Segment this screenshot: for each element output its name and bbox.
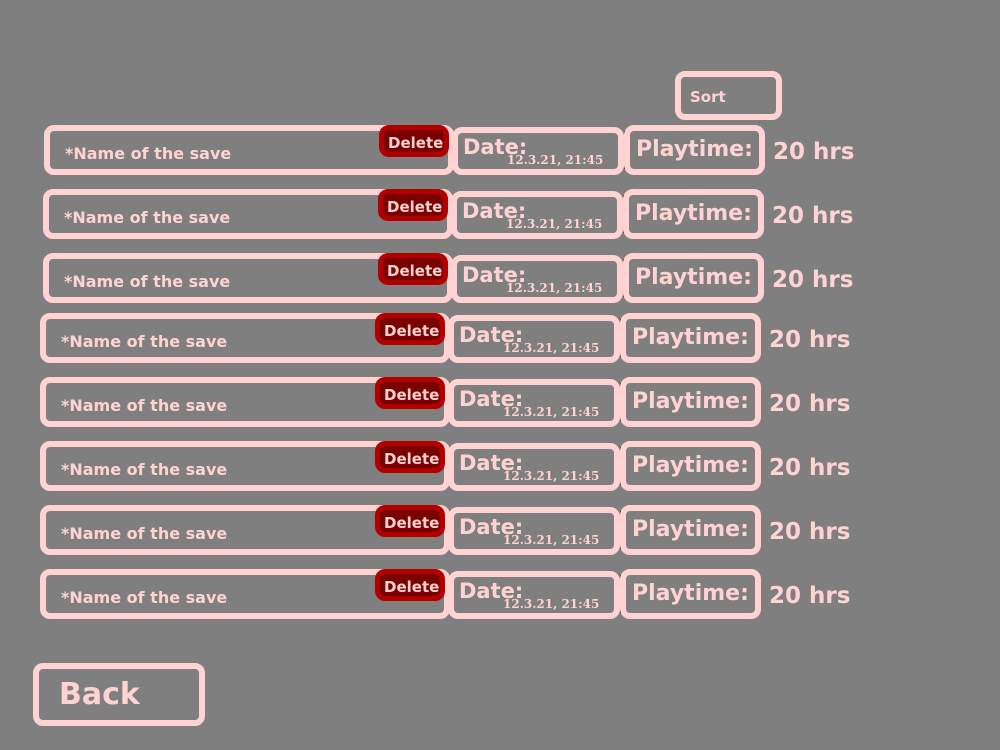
date-value: 12.3.21, 21:45 xyxy=(503,597,600,611)
delete-button-label: Delete xyxy=(387,198,443,216)
delete-button[interactable]: Delete xyxy=(375,505,445,537)
date-value: 12.3.21, 21:45 xyxy=(503,533,600,547)
save-name: *Name of the save xyxy=(65,144,232,163)
save-date-field: Date: 12.3.21, 21:45 xyxy=(452,127,624,175)
date-value: 12.3.21, 21:45 xyxy=(507,153,604,167)
delete-button-label: Delete xyxy=(388,134,444,152)
delete-button[interactable]: Delete xyxy=(378,189,448,221)
save-slot-6[interactable]: *Name of the save Delete Date: 12.3.21, … xyxy=(40,441,870,491)
playtime-value: 20 hrs xyxy=(769,455,851,481)
playtime-field: Playtime: xyxy=(620,313,761,363)
date-value: 12.3.21, 21:45 xyxy=(503,469,600,483)
playtime-field: Playtime: xyxy=(620,569,761,619)
save-name: *Name of the save xyxy=(61,396,228,415)
date-value: 12.3.21, 21:45 xyxy=(503,341,600,355)
delete-button[interactable]: Delete xyxy=(375,569,445,601)
playtime-field: Playtime: xyxy=(620,441,761,491)
save-name: *Name of the save xyxy=(61,460,228,479)
playtime-label: Playtime: xyxy=(632,517,749,542)
playtime-label: Playtime: xyxy=(632,389,749,414)
playtime-field: Playtime: xyxy=(624,125,765,175)
playtime-field: Playtime: xyxy=(620,505,761,555)
save-slot-8[interactable]: *Name of the save Delete Date: 12.3.21, … xyxy=(40,569,870,619)
playtime-value: 20 hrs xyxy=(769,583,851,609)
save-name: *Name of the save xyxy=(61,524,228,543)
playtime-value: 20 hrs xyxy=(769,391,851,417)
back-button-label: Back xyxy=(59,677,140,712)
sort-button[interactable]: Sort xyxy=(675,71,782,120)
save-name: *Name of the save xyxy=(61,588,228,607)
playtime-value: 20 hrs xyxy=(769,327,851,353)
save-name: *Name of the save xyxy=(64,272,231,291)
playtime-field: Playtime: xyxy=(623,253,764,303)
playtime-label: Playtime: xyxy=(635,265,752,290)
sort-button-label: Sort xyxy=(690,88,726,106)
save-date-field: Date: 12.3.21, 21:45 xyxy=(448,507,620,555)
playtime-label: Playtime: xyxy=(632,453,749,478)
save-date-field: Date: 12.3.21, 21:45 xyxy=(448,315,620,363)
back-button[interactable]: Back xyxy=(33,663,205,726)
save-date-field: Date: 12.3.21, 21:45 xyxy=(448,571,620,619)
playtime-value: 20 hrs xyxy=(772,267,854,293)
playtime-label: Playtime: xyxy=(635,201,752,226)
save-slot-1[interactable]: *Name of the save Delete Date: 12.3.21, … xyxy=(44,125,874,175)
save-name: *Name of the save xyxy=(61,332,228,351)
playtime-label: Playtime: xyxy=(632,325,749,350)
playtime-value: 20 hrs xyxy=(772,203,854,229)
playtime-value: 20 hrs xyxy=(769,519,851,545)
delete-button-label: Delete xyxy=(384,578,440,596)
date-value: 12.3.21, 21:45 xyxy=(503,405,600,419)
save-date-field: Date: 12.3.21, 21:45 xyxy=(448,379,620,427)
delete-button-label: Delete xyxy=(387,262,443,280)
delete-button[interactable]: Delete xyxy=(375,377,445,409)
delete-button-label: Delete xyxy=(384,386,440,404)
playtime-label: Playtime: xyxy=(632,581,749,606)
date-value: 12.3.21, 21:45 xyxy=(506,217,603,231)
delete-button[interactable]: Delete xyxy=(379,125,449,157)
delete-button[interactable]: Delete xyxy=(378,253,448,285)
save-slot-5[interactable]: *Name of the save Delete Date: 12.3.21, … xyxy=(40,377,870,427)
save-slot-7[interactable]: *Name of the save Delete Date: 12.3.21, … xyxy=(40,505,870,555)
save-date-field: Date: 12.3.21, 21:45 xyxy=(448,443,620,491)
delete-button[interactable]: Delete xyxy=(375,313,445,345)
delete-button-label: Delete xyxy=(384,322,440,340)
save-name: *Name of the save xyxy=(64,208,231,227)
save-slot-2[interactable]: *Name of the save Delete Date: 12.3.21, … xyxy=(43,189,873,239)
delete-button[interactable]: Delete xyxy=(375,441,445,473)
playtime-value: 20 hrs xyxy=(773,139,855,165)
save-date-field: Date: 12.3.21, 21:45 xyxy=(451,191,623,239)
delete-button-label: Delete xyxy=(384,450,440,468)
playtime-field: Playtime: xyxy=(623,189,764,239)
playtime-label: Playtime: xyxy=(636,137,753,162)
save-slot-3[interactable]: *Name of the save Delete Date: 12.3.21, … xyxy=(43,253,873,303)
save-date-field: Date: 12.3.21, 21:45 xyxy=(451,255,623,303)
playtime-field: Playtime: xyxy=(620,377,761,427)
save-slot-4[interactable]: *Name of the save Delete Date: 12.3.21, … xyxy=(40,313,870,363)
delete-button-label: Delete xyxy=(384,514,440,532)
date-value: 12.3.21, 21:45 xyxy=(506,281,603,295)
